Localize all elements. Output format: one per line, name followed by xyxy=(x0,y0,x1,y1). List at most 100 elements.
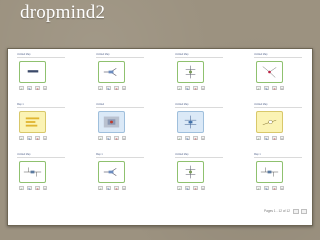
map-thumbnail[interactable] xyxy=(177,61,204,83)
map-card-title[interactable]: Untitled Map xyxy=(254,53,302,58)
menu-icon[interactable]: ▾ xyxy=(122,86,126,91)
open-icon[interactable]: ✓ xyxy=(98,136,103,141)
map-thumbnail[interactable] xyxy=(256,161,283,183)
map-card[interactable]: Map 1 ✓ ✎ ✕ ▾ xyxy=(254,153,302,194)
map-preview-icon xyxy=(23,167,42,177)
open-icon[interactable]: ✓ xyxy=(256,86,261,91)
card-actions: ✓ ✎ ✕ ▾ xyxy=(256,186,284,191)
menu-icon[interactable]: ▾ xyxy=(43,136,47,141)
next-page-button[interactable] xyxy=(301,209,307,214)
open-icon[interactable]: ✓ xyxy=(177,86,182,91)
open-icon[interactable]: ✓ xyxy=(19,86,24,91)
edit-icon[interactable]: ✎ xyxy=(264,136,269,141)
mind-map-gallery-screenshot: Untitled Map ✓ ✎ ✕ ▾ Untitled Map ✓ ✎ ✕ ▾ Untitled… xyxy=(7,48,313,226)
map-card[interactable]: Untitled Map ✓ ✎ ✕ ▾ xyxy=(175,103,223,144)
map-thumbnail[interactable] xyxy=(256,111,283,133)
map-card[interactable]: Untitled Map ✓ ✎ ✕ ▾ xyxy=(175,153,223,194)
map-card-title[interactable]: Untitled Map xyxy=(254,103,302,108)
map-thumbnail[interactable] xyxy=(19,61,46,83)
map-card-title[interactable]: Map 1 xyxy=(254,153,302,158)
delete-icon[interactable]: ✕ xyxy=(193,86,198,91)
open-icon[interactable]: ✓ xyxy=(177,186,182,191)
delete-icon[interactable]: ✕ xyxy=(272,86,277,91)
map-preview-icon xyxy=(27,70,39,73)
map-card-title[interactable]: Untitled Map xyxy=(17,53,65,58)
edit-icon[interactable]: ✎ xyxy=(264,186,269,191)
delete-icon[interactable]: ✕ xyxy=(35,86,40,91)
map-card[interactable]: Map 1 ✓ ✎ ✕ ▾ xyxy=(17,103,65,144)
delete-icon[interactable]: ✕ xyxy=(114,86,119,91)
map-thumbnail[interactable] xyxy=(98,161,125,183)
open-icon[interactable]: ✓ xyxy=(98,186,103,191)
open-icon[interactable]: ✓ xyxy=(19,136,24,141)
map-card-title[interactable]: Untitled Map xyxy=(175,103,223,108)
menu-icon[interactable]: ▾ xyxy=(201,86,205,91)
card-actions: ✓ ✎ ✕ ▾ xyxy=(256,86,284,91)
open-icon[interactable]: ✓ xyxy=(177,136,182,141)
map-card-title[interactable]: Untitled Map xyxy=(17,153,65,158)
map-thumbnail[interactable] xyxy=(19,161,46,183)
menu-icon[interactable]: ▾ xyxy=(280,86,284,91)
edit-icon[interactable]: ✎ xyxy=(106,86,111,91)
map-card-title[interactable]: Untitled Map xyxy=(175,53,223,58)
edit-icon[interactable]: ✎ xyxy=(106,136,111,141)
card-actions: ✓ ✎ ✕ ▾ xyxy=(98,136,126,141)
edit-icon[interactable]: ✎ xyxy=(264,86,269,91)
delete-icon[interactable]: ✕ xyxy=(114,186,119,191)
card-actions: ✓ ✎ ✕ ▾ xyxy=(177,86,205,91)
delete-icon[interactable]: ✕ xyxy=(35,136,40,141)
menu-icon[interactable]: ▾ xyxy=(43,86,47,91)
map-card[interactable]: Untitled Map ✓ ✎ ✕ ▾ xyxy=(254,53,302,94)
map-thumbnail[interactable] xyxy=(256,61,283,83)
card-actions: ✓ ✎ ✕ ▾ xyxy=(19,186,47,191)
map-thumbnail[interactable] xyxy=(98,111,125,133)
card-actions: ✓ ✎ ✕ ▾ xyxy=(177,136,205,141)
edit-icon[interactable]: ✎ xyxy=(27,186,32,191)
map-thumbnail[interactable] xyxy=(177,111,204,133)
menu-icon[interactable]: ▾ xyxy=(201,136,205,141)
map-card[interactable]: Untitled Map ✓ ✎ ✕ ▾ xyxy=(96,53,144,94)
map-preview-icon xyxy=(262,66,277,78)
delete-icon[interactable]: ✕ xyxy=(193,186,198,191)
map-card-title[interactable]: Map 1 xyxy=(17,103,65,108)
edit-icon[interactable]: ✎ xyxy=(27,86,32,91)
map-thumbnail[interactable] xyxy=(98,61,125,83)
map-card[interactable]: Untitled ✓ ✎ ✕ ▾ xyxy=(96,103,144,144)
open-icon[interactable]: ✓ xyxy=(256,136,261,141)
map-card[interactable]: Untitled Map ✓ ✎ ✕ ▾ xyxy=(175,53,223,94)
menu-icon[interactable]: ▾ xyxy=(122,186,126,191)
menu-icon[interactable]: ▾ xyxy=(122,136,126,141)
delete-icon[interactable]: ✕ xyxy=(272,186,277,191)
open-icon[interactable]: ✓ xyxy=(256,186,261,191)
delete-icon[interactable]: ✕ xyxy=(35,186,40,191)
map-card[interactable]: Untitled Map ✓ ✎ ✕ ▾ xyxy=(254,103,302,144)
menu-icon[interactable]: ▾ xyxy=(280,136,284,141)
menu-icon[interactable]: ▾ xyxy=(43,186,47,191)
map-card-title[interactable]: Untitled Map xyxy=(175,153,223,158)
edit-icon[interactable]: ✎ xyxy=(185,86,190,91)
map-card[interactable]: Untitled Map ✓ ✎ ✕ ▾ xyxy=(17,153,65,194)
map-preview-icon xyxy=(184,115,197,129)
delete-icon[interactable]: ✕ xyxy=(272,136,277,141)
edit-icon[interactable]: ✎ xyxy=(185,136,190,141)
delete-icon[interactable]: ✕ xyxy=(114,136,119,141)
map-thumbnail[interactable] xyxy=(19,111,46,133)
edit-icon[interactable]: ✎ xyxy=(185,186,190,191)
map-card[interactable]: Map 1 ✓ ✎ ✕ ▾ xyxy=(96,153,144,194)
edit-icon[interactable]: ✎ xyxy=(27,136,32,141)
map-card[interactable]: Untitled Map ✓ ✎ ✕ ▾ xyxy=(17,53,65,94)
edit-icon[interactable]: ✎ xyxy=(106,186,111,191)
card-actions: ✓ ✎ ✕ ▾ xyxy=(256,136,284,141)
menu-icon[interactable]: ▾ xyxy=(280,186,284,191)
open-icon[interactable]: ✓ xyxy=(98,86,103,91)
card-actions: ✓ ✎ ✕ ▾ xyxy=(98,86,126,91)
delete-icon[interactable]: ✕ xyxy=(193,136,198,141)
map-card-title[interactable]: Untitled Map xyxy=(96,53,144,58)
prev-page-button[interactable] xyxy=(293,209,299,214)
map-card-title[interactable]: Untitled xyxy=(96,103,144,108)
menu-icon[interactable]: ▾ xyxy=(201,186,205,191)
map-thumbnail[interactable] xyxy=(177,161,204,183)
map-card-title[interactable]: Map 1 xyxy=(96,153,144,158)
open-icon[interactable]: ✓ xyxy=(19,186,24,191)
card-actions: ✓ ✎ ✕ ▾ xyxy=(19,136,47,141)
